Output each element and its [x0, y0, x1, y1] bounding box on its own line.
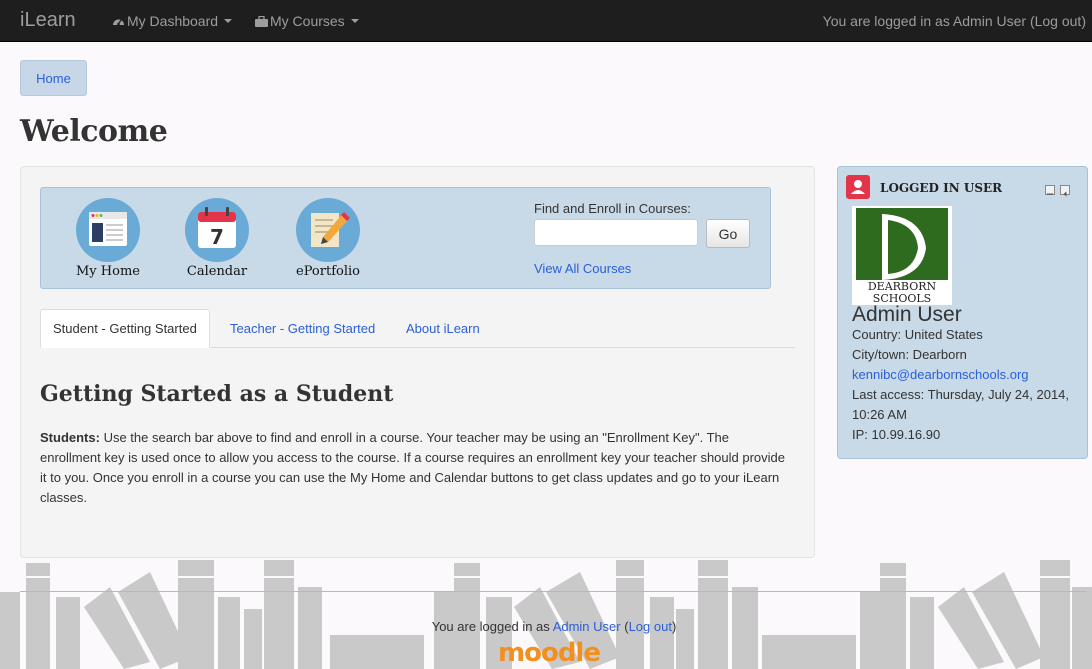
course-search-input[interactable] — [534, 219, 698, 246]
section-lead: Students: — [40, 430, 100, 445]
calendar-link[interactable]: 7 Calendar — [172, 198, 262, 279]
logged-in-user-block: LOGGED IN USER DEARBORN SCHOOLS Admin Us… — [837, 166, 1088, 459]
getting-started-tabs: Student - Getting Started Teacher - Gett… — [40, 309, 795, 348]
footer-open-paren: ( — [620, 619, 629, 634]
my-home-label: My Home — [76, 264, 140, 279]
user-last-access: Last access: Thursday, July 24, 2014, 10… — [852, 387, 1070, 422]
my-courses-label: My Courses — [270, 13, 345, 29]
section-body-text: Use the search bar above to find and enr… — [40, 430, 786, 505]
navbar-login-info[interactable]: You are logged in as Admin User (Log out… — [823, 13, 1086, 29]
breadcrumb: Home — [20, 60, 87, 96]
user-ip: IP: 10.99.16.90 — [852, 427, 941, 442]
eportfolio-link[interactable]: ePortfolio — [283, 198, 373, 279]
chevron-down-icon — [224, 19, 233, 23]
footer-user-link[interactable]: Admin User — [553, 619, 621, 634]
user-full-name[interactable]: Admin User — [852, 303, 962, 327]
calendar-label: Calendar — [186, 264, 248, 279]
quick-links-bar: My Home 7 Calendar ePortfolio Find and E… — [40, 187, 771, 289]
user-city: City/town: Dearborn — [852, 347, 967, 362]
my-dashboard-menu[interactable]: My Dashboard — [112, 13, 233, 29]
briefcase-icon — [255, 15, 268, 27]
chevron-down-icon — [350, 19, 359, 23]
user-icon — [846, 175, 870, 199]
find-courses-label: Find and Enroll in Courses: — [534, 201, 691, 216]
view-all-courses-link[interactable]: View All Courses — [534, 261, 631, 276]
footer-divider — [20, 591, 1086, 592]
user-email-link[interactable]: kennibc@dearbornschools.org — [852, 367, 1029, 382]
dashboard-icon — [113, 19, 124, 26]
user-details: Country: United States City/town: Dearbo… — [852, 325, 1077, 445]
tab-teacher-getting-started[interactable]: Teacher - Getting Started — [218, 309, 387, 347]
footer-logout-link[interactable]: Log out — [629, 619, 672, 634]
dock-icon[interactable] — [1060, 185, 1070, 197]
my-courses-menu[interactable]: My Courses — [255, 13, 359, 29]
section-title: Getting Started as a Student — [40, 381, 394, 407]
footer-login-prefix: You are logged in as — [431, 619, 553, 634]
breadcrumb-home-link[interactable]: Home — [36, 71, 71, 86]
top-navbar: iLearn My Dashboard My Courses You are l… — [0, 0, 1092, 42]
main-content-panel: My Home 7 Calendar ePortfolio Find and E… — [20, 166, 815, 558]
user-country: Country: United States — [852, 327, 983, 342]
tab-student-getting-started[interactable]: Student - Getting Started — [40, 309, 210, 348]
block-title: LOGGED IN USER — [880, 181, 1003, 195]
my-dashboard-label: My Dashboard — [127, 13, 219, 29]
eportfolio-label: ePortfolio — [296, 264, 360, 279]
calendar-icon: 7 — [185, 198, 249, 262]
brand-link[interactable]: iLearn — [20, 9, 76, 32]
tab-about-ilearn[interactable]: About iLearn — [394, 309, 492, 347]
moodle-logo[interactable]: moodle — [498, 638, 601, 668]
minimize-icon[interactable] — [1045, 185, 1055, 195]
go-button[interactable]: Go — [706, 219, 750, 248]
my-home-link[interactable]: My Home — [63, 198, 153, 279]
user-picture: DEARBORN SCHOOLS — [852, 206, 952, 305]
home-browser-icon — [76, 198, 140, 262]
calendar-day: 7 — [210, 225, 224, 249]
footer-close-paren: ) — [671, 619, 677, 634]
footer-login-info: You are logged in as Admin User (Log out… — [0, 619, 1092, 634]
page-title: Welcome — [20, 114, 168, 149]
pencil-paper-icon — [296, 198, 360, 262]
section-body: Students: Use the search bar above to fi… — [40, 428, 790, 508]
